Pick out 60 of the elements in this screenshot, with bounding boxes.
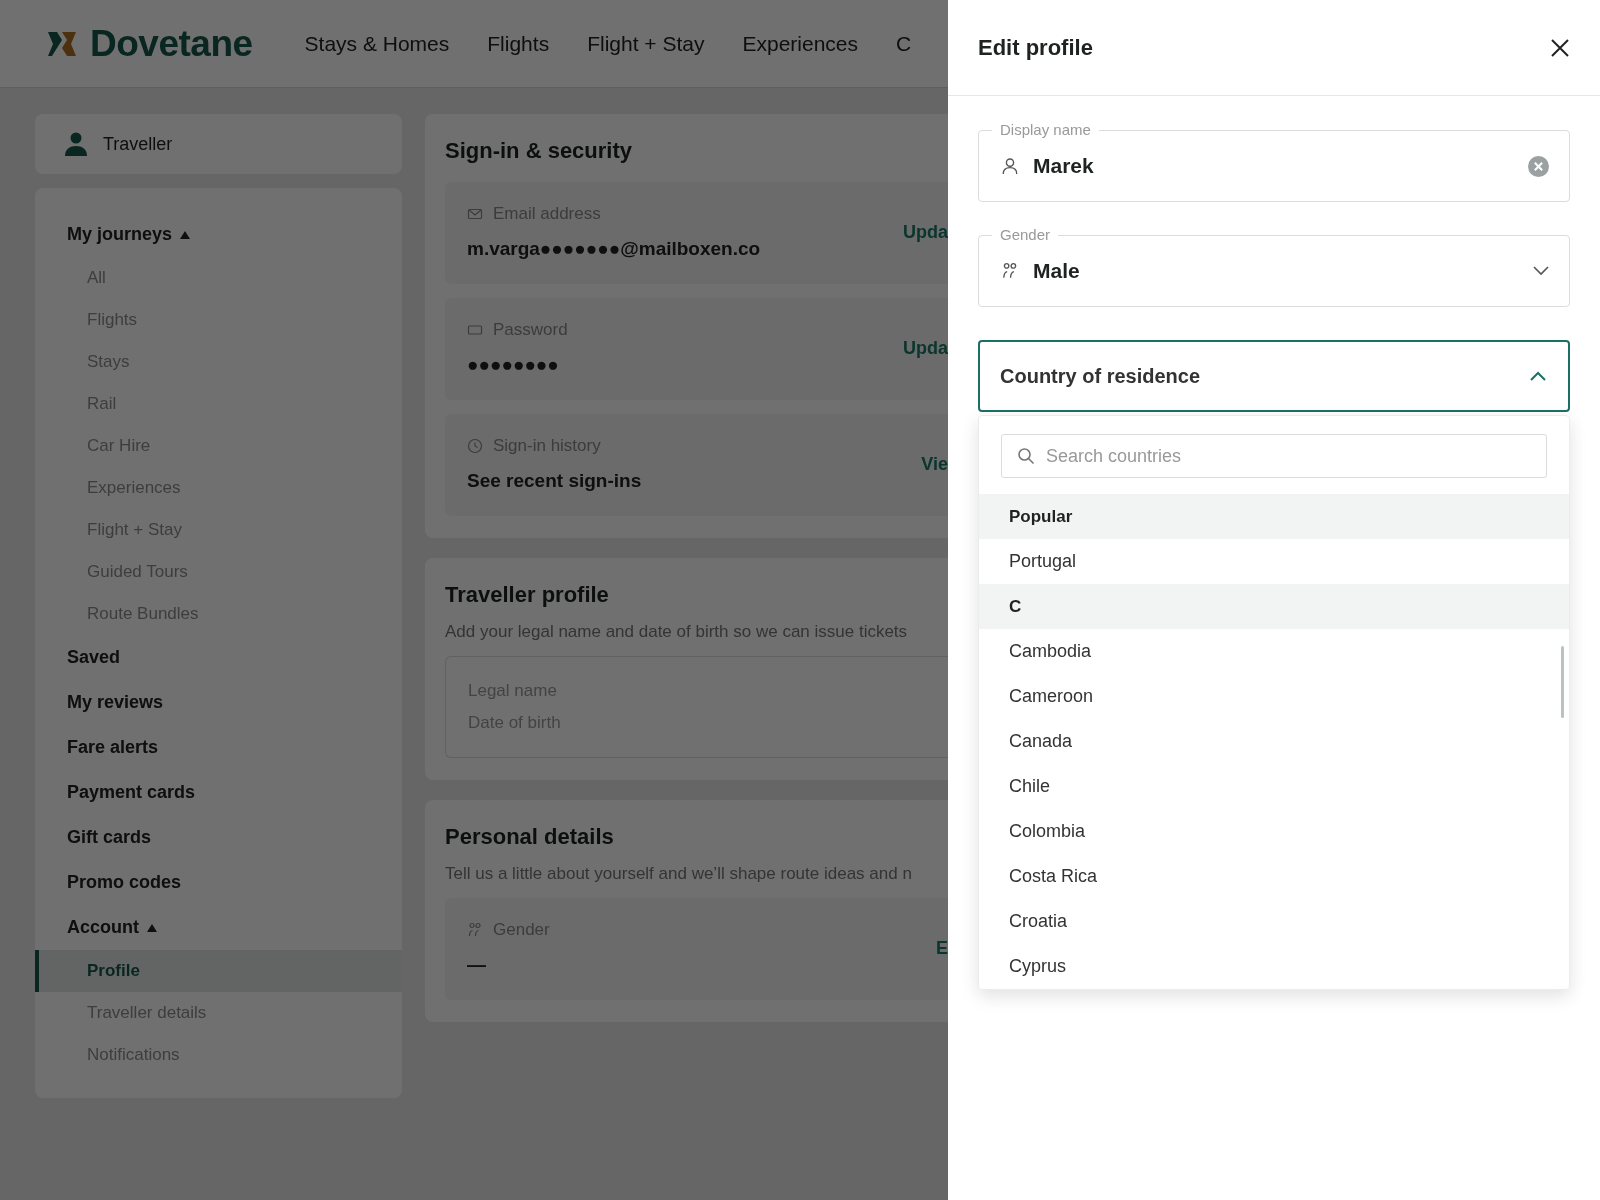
sidebar-subitem[interactable]: Profile <box>35 950 402 992</box>
search-field[interactable]: Search countries <box>1001 434 1547 478</box>
chevron-up-icon <box>1530 371 1546 381</box>
country-option[interactable]: Chile <box>979 764 1569 809</box>
sidebar-item[interactable]: Fare alerts <box>35 725 402 770</box>
row-value: See recent sign-ins <box>467 470 643 492</box>
country-option[interactable]: Cyprus <box>979 944 1569 989</box>
caret-icon <box>180 230 191 239</box>
group-header: C <box>979 584 1569 629</box>
section-title: Traveller profile <box>445 582 610 608</box>
row-value: ●●●●●●●● <box>467 354 560 376</box>
drawer-title: Edit profile <box>978 34 1093 61</box>
sidebar-item[interactable]: Payment cards <box>35 770 402 815</box>
section-description: Tell us a little about yourself and we’ll shape route ideas and n <box>445 864 913 884</box>
section-title: Sign-in & security <box>445 138 634 164</box>
group-header: Popular <box>979 494 1569 539</box>
section-description: Add your legal name and date of birth so we can issue tickets <box>445 622 909 642</box>
sidebar-item[interactable]: Promo codes <box>35 860 402 905</box>
person-icon <box>1001 157 1019 175</box>
person-icon <box>65 132 87 156</box>
people-icon <box>467 922 483 938</box>
search-icon <box>1017 447 1035 465</box>
action-link[interactable]: Upda <box>903 337 948 359</box>
clear-icon[interactable] <box>1528 155 1549 177</box>
nav-link[interactable]: Stays & Homes <box>304 31 450 56</box>
country-select[interactable]: Country of residence <box>978 340 1570 412</box>
user-name: Traveller <box>103 133 173 155</box>
envelope-icon <box>467 206 483 222</box>
sidebar-item[interactable]: My reviews <box>35 680 402 725</box>
nav-link[interactable]: C <box>896 31 912 56</box>
country-option[interactable]: Costa Rica <box>979 854 1569 899</box>
close-button[interactable] <box>1550 37 1570 58</box>
sidebar-item[interactable]: Gift cards <box>35 815 402 860</box>
row-value: — <box>467 954 487 976</box>
country-option[interactable]: Canada <box>979 719 1569 764</box>
country-option[interactable]: Colombia <box>979 809 1569 854</box>
scrollbar[interactable] <box>1561 646 1564 718</box>
rectangle-icon <box>467 322 483 338</box>
sidebar-item[interactable]: My journeys <box>35 212 402 257</box>
nav-link[interactable]: Flights <box>487 31 550 56</box>
nav-link[interactable]: Flight + Stay <box>587 31 705 56</box>
country-option[interactable]: Croatia <box>979 899 1569 944</box>
sidebar-item[interactable]: Account <box>35 905 402 950</box>
nav-link[interactable]: Experiences <box>742 31 858 56</box>
action-link[interactable]: Vie <box>921 453 948 475</box>
country-option[interactable]: Portugal <box>979 539 1569 584</box>
action-link[interactable]: Upda <box>903 221 948 243</box>
clock-icon <box>467 438 483 454</box>
row-value: m.varga●●●●●●●@mailboxen.co <box>467 238 762 260</box>
action-link[interactable]: E <box>936 937 948 959</box>
chevron-down-icon <box>1533 266 1549 276</box>
caret-icon <box>147 923 157 932</box>
logo-icon <box>48 31 76 56</box>
country-option[interactable]: Cambodia <box>979 629 1569 674</box>
close-icon <box>1550 37 1570 58</box>
people-icon <box>1001 262 1019 280</box>
country-option[interactable]: Cameroon <box>979 674 1569 719</box>
logo-text[interactable]: Dovetane <box>90 22 253 65</box>
section-title: Personal details <box>445 824 615 850</box>
sidebar-item[interactable]: Saved <box>35 635 402 680</box>
